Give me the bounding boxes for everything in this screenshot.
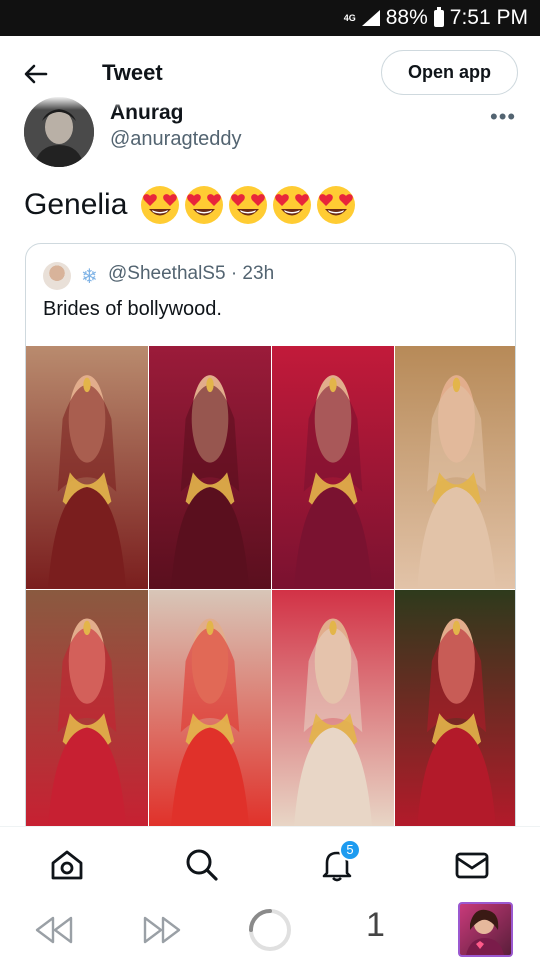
image-grid[interactable] bbox=[26, 346, 515, 827]
heart-eyes-emoji-icon bbox=[273, 186, 312, 224]
quoted-text: Brides of bollywood. bbox=[43, 298, 222, 320]
author-handle[interactable]: @anuragteddy bbox=[110, 128, 242, 151]
battery-level: 88% bbox=[385, 6, 428, 29]
bride-photo-icon bbox=[149, 346, 271, 589]
battery-icon bbox=[433, 6, 444, 27]
quoted-author-meta[interactable]: @SheethalS5 · 23h bbox=[108, 263, 274, 285]
rewind-icon[interactable] bbox=[34, 916, 74, 944]
quoted-tweet[interactable]: ❄ @SheethalS5 · 23h Brides of bollywood. bbox=[25, 243, 516, 843]
quoted-timestamp: · 23h bbox=[230, 263, 275, 284]
bottom-tab-bar: 5 bbox=[0, 826, 540, 898]
search-icon[interactable] bbox=[184, 847, 220, 883]
bride-photo-icon bbox=[149, 590, 271, 827]
network-type: 4G bbox=[343, 12, 356, 23]
bride-photo-1[interactable] bbox=[26, 346, 148, 589]
snowflake-icon: ❄ bbox=[81, 266, 98, 288]
bride-photo-4[interactable] bbox=[395, 346, 515, 589]
bride-photo-5[interactable] bbox=[26, 590, 148, 827]
heart-eyes-emoji-icon bbox=[229, 186, 268, 224]
tweet-text: Genelia bbox=[24, 184, 357, 226]
bride-photo-6[interactable] bbox=[149, 590, 271, 827]
thumbnail-image bbox=[466, 909, 504, 955]
status-bar: 4G 88% 7:51 PM bbox=[0, 0, 540, 36]
heart-eyes-emoji-icon bbox=[185, 186, 224, 224]
bride-photo-icon bbox=[26, 346, 148, 589]
back-arrow-icon[interactable] bbox=[20, 58, 52, 90]
fast-forward-icon[interactable] bbox=[142, 916, 182, 944]
bride-photo-icon bbox=[395, 590, 515, 827]
home-icon[interactable] bbox=[49, 847, 85, 883]
tweet-text-content: Genelia bbox=[24, 188, 128, 221]
heart-eyes-emoji-icon bbox=[317, 186, 356, 224]
header-fade bbox=[0, 96, 220, 110]
quoted-author-handle[interactable]: @SheethalS5 bbox=[108, 263, 226, 284]
messages-icon[interactable] bbox=[454, 847, 490, 883]
notification-count-badge: 5 bbox=[339, 839, 361, 861]
loading-spinner-icon[interactable] bbox=[246, 906, 294, 954]
bride-photo-icon bbox=[395, 346, 515, 589]
bride-photo-3[interactable] bbox=[272, 346, 394, 589]
bride-photo-icon bbox=[272, 346, 394, 589]
bride-photo-2[interactable] bbox=[149, 346, 271, 589]
heart-eyes-emoji-icon bbox=[141, 186, 180, 224]
bride-photo-7[interactable] bbox=[272, 590, 394, 827]
bride-photo-icon bbox=[26, 590, 148, 827]
tab-count[interactable]: 1 bbox=[366, 906, 385, 945]
profile-thumbnail[interactable] bbox=[458, 902, 513, 957]
emoji-row bbox=[139, 184, 357, 226]
quoted-author-avatar[interactable] bbox=[43, 262, 71, 290]
bride-photo-8[interactable] bbox=[395, 590, 515, 827]
bride-photo-icon bbox=[272, 590, 394, 827]
clock: 7:51 PM bbox=[449, 6, 528, 29]
more-options-icon[interactable]: ••• bbox=[490, 104, 516, 130]
browser-bar: 1 bbox=[0, 898, 540, 960]
page-title: Tweet bbox=[102, 60, 163, 85]
signal-icon bbox=[361, 10, 380, 26]
open-app-button[interactable]: Open app bbox=[381, 50, 518, 95]
